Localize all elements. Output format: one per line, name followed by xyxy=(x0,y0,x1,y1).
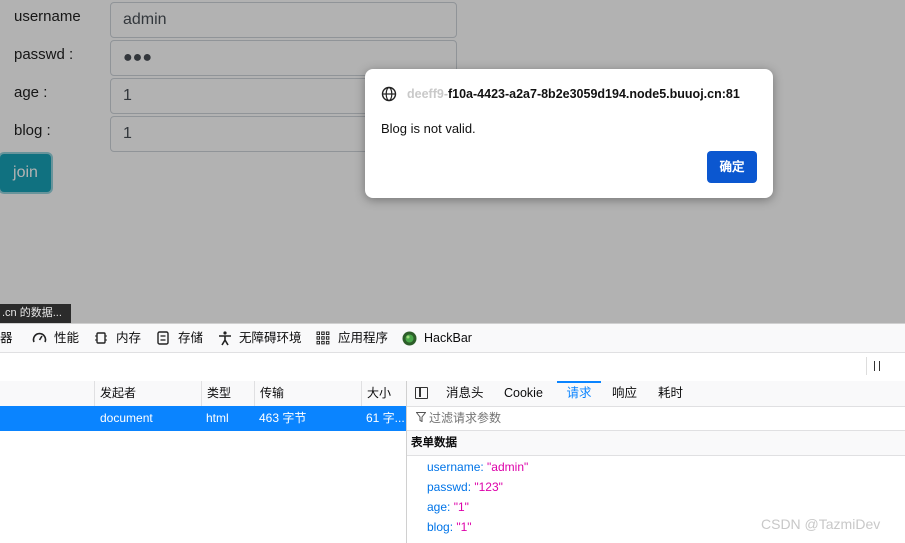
storage-icon xyxy=(157,331,169,345)
details-tabbar: 消息头 Cookie 请求 响应 耗时 xyxy=(407,381,905,407)
form-data-section-title[interactable]: 表单数据 xyxy=(407,431,905,456)
origin-text: f10a-4423-a2a7-8b2e3059d194.node5.buuoj.… xyxy=(447,87,740,101)
cell-size: 61 字... xyxy=(366,411,405,425)
watermark: CSDN @TazmiDev xyxy=(761,516,881,532)
request-table-header: 发起者 类型 传输 大小 xyxy=(0,381,406,407)
param-row: passwd: "123" xyxy=(427,480,503,494)
filter-icon xyxy=(416,412,426,422)
param-row: age: "1" xyxy=(427,500,469,514)
param-filter: 过滤请求参数 xyxy=(407,406,905,431)
column-transferred[interactable]: 传输 xyxy=(254,381,361,406)
tab-cookie[interactable]: Cookie xyxy=(504,381,543,406)
hackbar-icon xyxy=(402,331,417,346)
ok-button[interactable]: 确定 xyxy=(707,151,757,183)
chip-icon xyxy=(95,332,107,344)
accessibility-icon xyxy=(219,331,231,346)
cell-transferred: 463 字节 xyxy=(259,411,307,425)
column-size[interactable]: 大小 xyxy=(361,381,406,406)
gauge-icon xyxy=(32,332,47,343)
status-tooltip: .cn 的数据... xyxy=(0,304,71,323)
column-initiator[interactable]: 发起者 xyxy=(94,381,201,406)
tab-request[interactable]: 请求 xyxy=(557,381,601,406)
pause-icon[interactable] xyxy=(870,359,884,373)
tab-timings[interactable]: 耗时 xyxy=(658,381,683,406)
dialog-message: Blog is not valid. xyxy=(381,121,476,136)
param-row: blog: "1" xyxy=(427,520,472,534)
filter-input[interactable]: 过滤请求参数 xyxy=(429,406,501,430)
table-row[interactable]: document html 463 字节 61 字... xyxy=(0,406,406,431)
toolbar-divider xyxy=(866,357,867,375)
tab-headers[interactable]: 消息头 xyxy=(446,381,484,406)
panel-toggle-icon[interactable] xyxy=(415,387,428,399)
alert-dialog: deeff9-f10a-4423-a2a7-8b2e3059d194.node5… xyxy=(365,69,773,198)
param-row: username: "admin" xyxy=(427,460,529,474)
column-type[interactable]: 类型 xyxy=(201,381,254,406)
network-toolbar xyxy=(0,353,905,382)
devtools-panel: 器 性能 内存 存储 无障碍环境 应用程序 HackBar 发起者 类型 传输 … xyxy=(0,323,905,543)
cell-initiator: document xyxy=(100,411,153,425)
globe-icon xyxy=(381,86,397,102)
tab-response[interactable]: 响应 xyxy=(612,381,637,406)
devtools-tabbar: 器 性能 内存 存储 无障碍环境 应用程序 HackBar xyxy=(0,324,905,353)
grid-icon xyxy=(316,331,330,345)
origin-faded-text: deeff9- xyxy=(407,87,448,101)
cell-type: html xyxy=(206,411,229,425)
